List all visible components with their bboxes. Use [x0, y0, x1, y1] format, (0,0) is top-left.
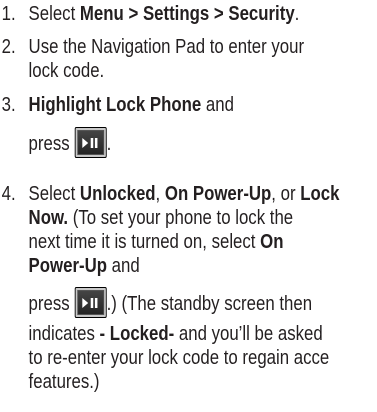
step-number: 3. [1, 94, 16, 116]
step-number: 4. [1, 183, 16, 205]
menu-path: Menu > Settings > Security [79, 3, 295, 25]
instruction-document: 1. Select Menu > Settings > Security. 2.… [1, 3, 340, 393]
play-pause-key-icon [74, 127, 107, 159]
step-number: 1. [1, 3, 16, 25]
play-pause-key-icon [74, 287, 107, 319]
step-number: 2. [1, 36, 16, 58]
